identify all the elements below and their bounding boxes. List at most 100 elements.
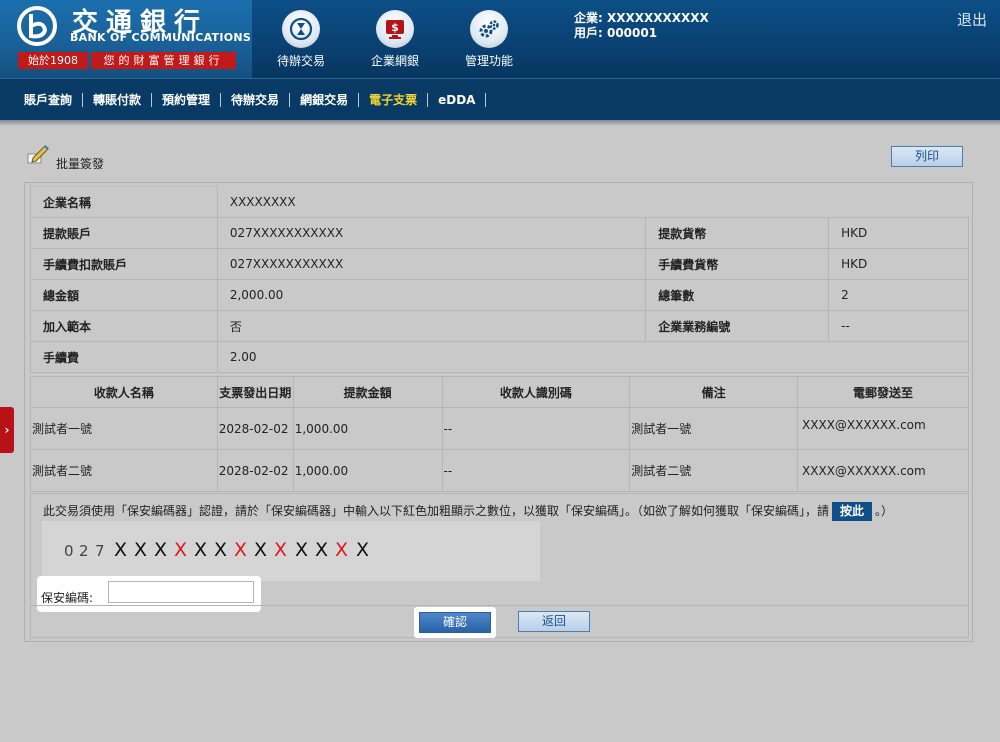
amount-cell: 1,000.00 bbox=[292, 449, 443, 492]
company-name-value: XXXXXXXX bbox=[216, 186, 969, 218]
menu-item-edda[interactable]: eDDA bbox=[428, 93, 487, 107]
top-nav-corporate-ebanking[interactable]: $ 企業網銀 bbox=[355, 10, 435, 69]
table-header-row: 收款人名稱 支票發出日期 提款金額 收款人識別碼 備注 電郵發送至 bbox=[30, 376, 969, 408]
business-no-value: -- bbox=[828, 310, 969, 342]
confirm-button-focus-ring: 確認 bbox=[414, 607, 496, 638]
click-here-button[interactable]: 按此 bbox=[832, 502, 873, 521]
table-row: 測試者二號 2028-02-02 1,000.00 -- 測試者二號 XXXX@… bbox=[30, 449, 969, 492]
payee-id-cell: -- bbox=[441, 407, 631, 450]
top-nav-pending-transactions[interactable]: 待辦交易 bbox=[261, 10, 341, 69]
side-expand-tab[interactable]: › bbox=[0, 407, 14, 453]
total-amount-label: 總金額 bbox=[30, 279, 218, 311]
security-digit-strip: 027XXXXXXXXXXXXX bbox=[42, 521, 540, 581]
remark-cell: 測試者一號 bbox=[629, 407, 799, 450]
withdraw-currency-label: 提款貨幣 bbox=[645, 217, 830, 249]
user-label: 用戶: 000001 bbox=[574, 26, 658, 40]
batch-issue-panel: 企業名稱 XXXXXXXX 提款賬戶 027XXXXXXXXXXX 提款貨幣 H… bbox=[24, 182, 973, 642]
back-button[interactable]: 返回 bbox=[518, 611, 590, 632]
menu-item-e-cheque[interactable]: 電子支票 bbox=[359, 93, 429, 107]
menu-item-ebanking-transactions[interactable]: 網銀交易 bbox=[290, 93, 360, 107]
table-row: 總金額 2,000.00 總筆數 2 bbox=[30, 279, 969, 311]
fee-account-label: 手續費扣款賬戶 bbox=[30, 248, 218, 280]
fee-currency-label: 手續費貨幣 bbox=[645, 248, 830, 280]
security-digit: X bbox=[356, 539, 370, 561]
security-digit: 2 bbox=[79, 542, 89, 560]
amount-cell: 1,000.00 bbox=[292, 407, 443, 450]
fee-value: 2.00 bbox=[216, 341, 970, 373]
security-digit: 0 bbox=[64, 542, 74, 560]
business-no-label: 企業業務編號 bbox=[645, 310, 830, 342]
security-instruction-end: 。） bbox=[875, 504, 894, 518]
menu-item-transfer-payment[interactable]: 轉賬付款 bbox=[83, 93, 153, 107]
column-header-amount: 提款金額 bbox=[292, 376, 443, 408]
menu-item-pending-transactions[interactable]: 待辦交易 bbox=[221, 93, 291, 107]
bank-since-badge: 始於1908 bbox=[18, 52, 88, 69]
column-header-email: 電郵發送至 bbox=[797, 376, 969, 408]
company-label: 企業: XXXXXXXXXXX bbox=[574, 11, 709, 25]
menu-item-account-inquiry[interactable]: 賬戶查詢 bbox=[14, 93, 84, 107]
issue-date-cell: 2028-02-02 bbox=[216, 407, 294, 450]
security-digit: X bbox=[274, 539, 288, 561]
table-row: 手續費 2.00 bbox=[30, 341, 970, 373]
table-row: 手續費扣款賬戶 027XXXXXXXXXXX 手續費貨幣 HKD bbox=[30, 248, 969, 280]
security-instruction: 此交易須使用「保安編碼器」認證，請於「保安編碼器」中輸入以下紅色加粗顯示之數位，… bbox=[43, 502, 893, 521]
bank-slogan: 您的財富管理銀行 bbox=[91, 52, 236, 69]
main-menu-bar: 賬戶查詢 轉賬付款 預約管理 待辦交易 網銀交易 電子支票 eDDA bbox=[0, 78, 1000, 120]
security-digit: X bbox=[134, 539, 148, 561]
logout-link[interactable]: 退出 bbox=[957, 9, 987, 30]
add-template-value: 否 bbox=[216, 310, 647, 342]
menubar-shadow bbox=[0, 120, 1000, 126]
security-digit: X bbox=[234, 539, 248, 561]
svg-text:$: $ bbox=[391, 21, 399, 34]
page-title: 批量簽發 bbox=[56, 157, 105, 171]
fee-label: 手續費 bbox=[30, 341, 218, 373]
security-code-section: 此交易須使用「保安編碼器」認證，請於「保安編碼器」中輸入以下紅色加粗顯示之數位，… bbox=[30, 493, 969, 638]
table-row: 加入範本 否 企業業務編號 -- bbox=[30, 310, 969, 342]
pencil-paper-icon bbox=[27, 145, 49, 164]
security-code-input[interactable] bbox=[108, 581, 254, 603]
top-header: 交通銀行 BANK OF COMMUNICATIONS 始於1908 您的財富管… bbox=[0, 0, 1000, 78]
company-user-info: 企業: XXXXXXXXXXX 用戶: 000001 bbox=[574, 11, 709, 41]
bank-logo-mark-icon bbox=[17, 6, 57, 46]
table-row: 測試者一號 2028-02-02 1,000.00 -- 測試者一號 XXXX@… bbox=[30, 407, 969, 450]
dollar-monitor-icon: $ bbox=[376, 10, 414, 48]
payee-table: 收款人名稱 支票發出日期 提款金額 收款人識別碼 備注 電郵發送至 測試者一號 … bbox=[30, 376, 969, 492]
payee-name-cell: 測試者一號 bbox=[30, 407, 218, 450]
top-nav-management[interactable]: 管理功能 bbox=[449, 10, 529, 69]
column-header-payee-name: 收款人名稱 bbox=[30, 376, 218, 408]
security-code-label: 保安編碼: bbox=[41, 591, 94, 605]
menu-item-scheduled-management[interactable]: 預約管理 bbox=[152, 93, 222, 107]
withdraw-currency-value: HKD bbox=[828, 217, 969, 249]
security-digit: X bbox=[194, 539, 208, 561]
security-digit: X bbox=[315, 539, 329, 561]
gears-icon bbox=[470, 10, 508, 48]
chevron-right-icon: › bbox=[4, 423, 10, 437]
add-template-label: 加入範本 bbox=[30, 310, 218, 342]
top-nav-label: 待辦交易 bbox=[276, 54, 325, 68]
bank-logo[interactable]: 交通銀行 BANK OF COMMUNICATIONS 始於1908 您的財富管… bbox=[0, 0, 252, 78]
detail-table: 企業名稱 XXXXXXXX 提款賬戶 027XXXXXXXXXXX 提款貨幣 H… bbox=[30, 186, 970, 373]
company-name-label: 企業名稱 bbox=[30, 186, 218, 218]
fee-currency-value: HKD bbox=[828, 248, 969, 280]
security-digit: X bbox=[154, 539, 168, 561]
security-digit: X bbox=[214, 539, 228, 561]
security-digit: X bbox=[254, 539, 268, 561]
bank-name-en: BANK OF COMMUNICATIONS bbox=[70, 31, 252, 44]
action-button-bar: 確認 返回 bbox=[31, 605, 968, 638]
security-digit: X bbox=[295, 539, 309, 561]
total-count-label: 總筆數 bbox=[645, 279, 830, 311]
fee-account-value: 027XXXXXXXXXXX bbox=[216, 248, 647, 280]
payee-name-cell: 測試者二號 bbox=[30, 449, 218, 492]
email-cell: XXXX@XXXXXX.com bbox=[797, 449, 969, 492]
email-cell: XXXX@XXXXXX.com bbox=[797, 407, 969, 450]
security-instruction-text: 此交易須使用「保安編碼器」認證，請於「保安編碼器」中輸入以下紅色加粗顯示之數位，… bbox=[43, 504, 830, 518]
top-nav-label: 企業網銀 bbox=[370, 54, 419, 68]
column-header-issue-date: 支票發出日期 bbox=[216, 376, 294, 408]
confirm-button[interactable]: 確認 bbox=[419, 612, 491, 633]
security-digit: 7 bbox=[95, 542, 105, 560]
security-digit: X bbox=[174, 539, 188, 561]
table-row: 提款賬戶 027XXXXXXXXXXX 提款貨幣 HKD bbox=[30, 217, 969, 249]
issue-date-cell: 2028-02-02 bbox=[216, 449, 294, 492]
column-header-payee-id: 收款人識別碼 bbox=[441, 376, 631, 408]
print-button[interactable]: 列印 bbox=[891, 146, 963, 167]
